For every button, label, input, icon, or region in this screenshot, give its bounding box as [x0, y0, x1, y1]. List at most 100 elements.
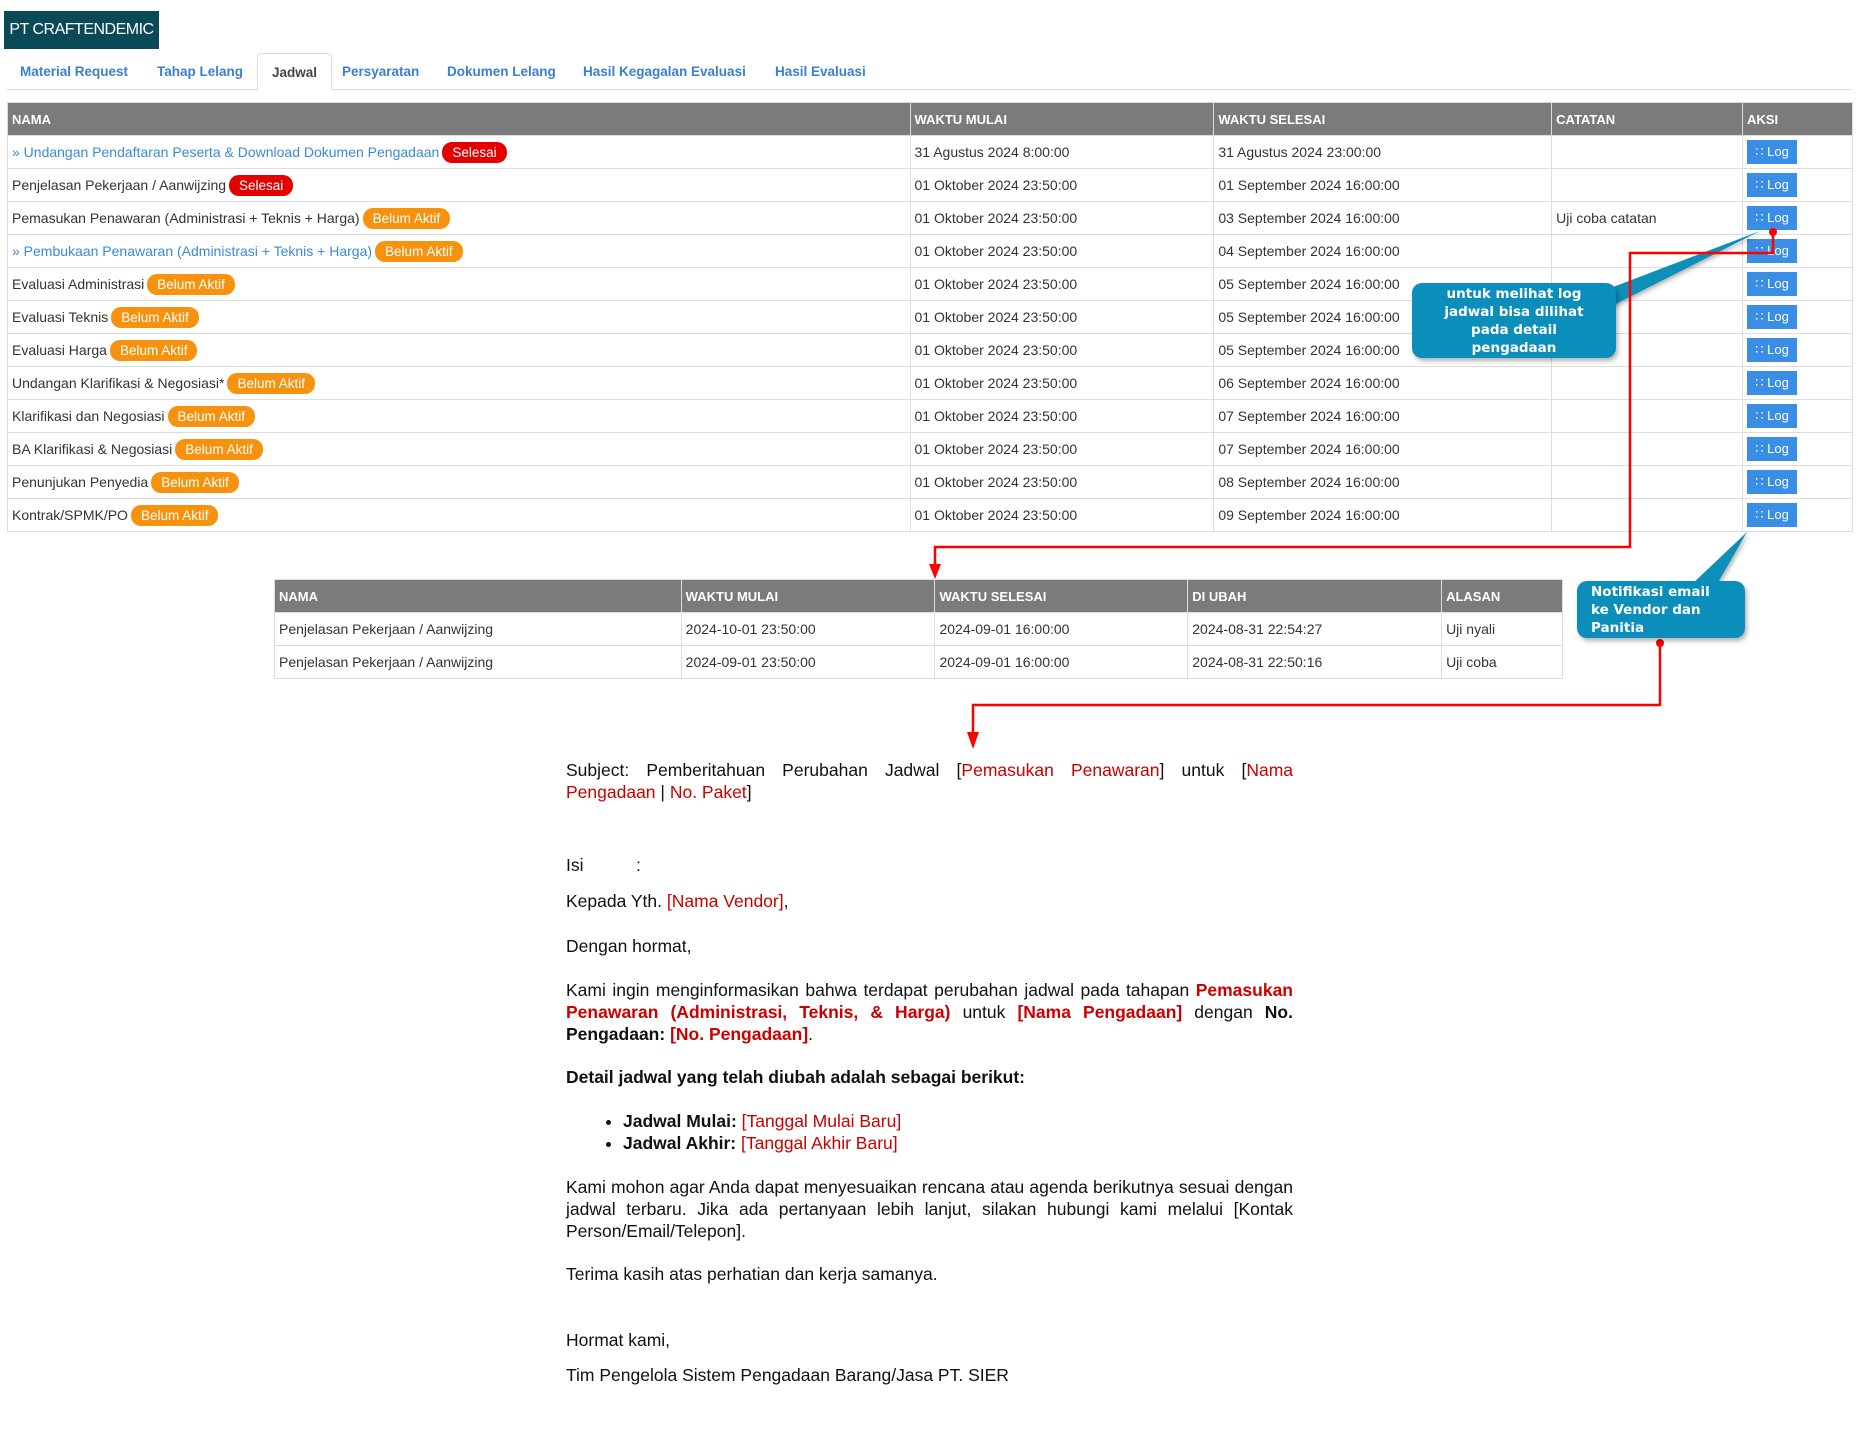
intro-text: untuk [950, 1002, 1018, 1022]
log-di-ubah: 2024-08-31 22:50:16 [1187, 645, 1443, 679]
schedule-row: Klarifikasi dan Negosiasi Belum Aktif 01 O… [7, 399, 1853, 433]
email-intro: Kami ingin menginformasikan bahwa terdap… [566, 979, 1293, 1045]
log-label: Log [1767, 177, 1789, 192]
bullet-label: Jadwal Mulai: [623, 1111, 737, 1131]
start-time: 01 Oktober 2024 23:50:00 [909, 234, 1215, 268]
note [1551, 399, 1744, 433]
tab-material-request[interactable]: Material Request [20, 53, 128, 89]
log-button[interactable]: ∷ Log [1747, 140, 1798, 164]
action-cell: ∷ Log [1742, 135, 1853, 169]
status-badge: Belum Aktif [109, 339, 198, 361]
status-badge: Belum Aktif [167, 405, 256, 427]
log-button[interactable]: ∷ Log [1747, 173, 1798, 197]
end-time: 09 September 2024 16:00:00 [1213, 498, 1553, 532]
log-button[interactable]: ∷ Log [1747, 272, 1798, 296]
log-label: Log [1767, 243, 1789, 258]
log-button[interactable]: ∷ Log [1747, 404, 1798, 428]
note: Uji coba catatan [1551, 201, 1744, 235]
callout-notif-pointer [1690, 532, 1747, 586]
log-waktu-mulai: 2024-09-01 23:50:00 [680, 645, 936, 679]
callout-notif-text: Notifikasi email ke Vendor dan Panitia [1591, 583, 1710, 636]
start-time: 01 Oktober 2024 23:50:00 [909, 498, 1215, 532]
action-cell: ∷ Log [1742, 498, 1853, 532]
stage-name: Pemasukan Penawaran (Administrasi + Tekn… [12, 209, 360, 226]
subject-text: ] untuk [ [1159, 760, 1247, 780]
tab-dokumen-lelang[interactable]: Dokumen Lelang [447, 53, 556, 89]
tab-persyaratan[interactable]: Persyaratan [342, 53, 419, 89]
tab-hasil-kegagalan-evaluasi[interactable]: Hasil Kegagalan Evaluasi [583, 53, 746, 89]
email-subject: Subject: Pemberitahuan Perubahan Jadwal … [566, 759, 1293, 803]
stage-cell: Pemasukan Penawaran (Administrasi + Tekn… [7, 201, 911, 235]
stage-name: Evaluasi Harga [12, 341, 107, 358]
start-time: 01 Oktober 2024 23:50:00 [909, 432, 1215, 466]
email-signature: Tim Pengelola Sistem Pengadaan Barang/Ja… [566, 1365, 1009, 1385]
intro-name: [Nama Pengadaan] [1017, 1002, 1183, 1022]
log-col-waktu-selesai: WAKTU SELESAI [934, 579, 1189, 613]
subject-stage: Pemasukan Penawaran [961, 760, 1160, 780]
log-button[interactable]: ∷ Log [1747, 437, 1798, 461]
start-time: 01 Oktober 2024 23:50:00 [909, 168, 1215, 202]
rss-icon: ∷ [1755, 144, 1768, 159]
log-button[interactable]: ∷ Log [1747, 305, 1798, 329]
start-time: 01 Oktober 2024 23:50:00 [909, 300, 1215, 334]
bullet-value: [Tanggal Akhir Baru] [741, 1133, 898, 1153]
connector-dot [1656, 639, 1664, 647]
bullet-value: [Tanggal Mulai Baru] [741, 1111, 902, 1131]
col-waktu-mulai: WAKTU MULAI [909, 102, 1215, 136]
stage-cell: Penjelasan Pekerjaan / Aanwijzing Selesai [7, 168, 911, 202]
end-time: 31 Agustus 2024 23:00:00 [1213, 135, 1553, 169]
stage-name[interactable]: » Undangan Pendaftaran Peserta & Downloa… [12, 144, 439, 160]
log-label: Log [1767, 474, 1789, 489]
action-cell: ∷ Log [1742, 300, 1853, 334]
tab-tahap-lelang[interactable]: Tahap Lelang [157, 53, 243, 89]
end-time: 07 September 2024 16:00:00 [1213, 399, 1553, 433]
log-button[interactable]: ∷ Log [1747, 239, 1798, 263]
intro-text: dengan [1182, 1002, 1265, 1022]
schedule-row: Penunjukan Penyedia Belum Aktif 01 Oktober… [7, 465, 1853, 499]
callout-log-text: untuk melihat log jadwal bisa dilihat pa… [1444, 285, 1584, 356]
end-time: 07 September 2024 16:00:00 [1213, 432, 1553, 466]
log-waktu-selesai: 2024-09-01 16:00:00 [934, 645, 1189, 679]
log-label: Log [1767, 342, 1789, 357]
log-label: Log [1767, 309, 1789, 324]
start-time: 31 Agustus 2024 8:00:00 [909, 135, 1215, 169]
log-button[interactable]: ∷ Log [1747, 503, 1798, 527]
log-col-waktu-mulai: WAKTU MULAI [680, 579, 936, 613]
stage-cell: Klarifikasi dan Negosiasi Belum Aktif [7, 399, 911, 433]
log-label: Log [1767, 507, 1789, 522]
status-badge: Belum Aktif [111, 306, 199, 328]
stage-name[interactable]: » Pembukaan Penawaran (Administrasi + Te… [12, 243, 372, 259]
action-cell: ∷ Log [1742, 234, 1853, 268]
note [1551, 366, 1744, 400]
col-aksi: AKSI [1742, 102, 1853, 136]
log-label: Log [1767, 408, 1789, 423]
email-detail-heading: Detail jadwal yang telah diubah adalah s… [566, 1067, 1026, 1087]
end-time: 04 September 2024 16:00:00 [1213, 234, 1553, 268]
log-button[interactable]: ∷ Log [1747, 338, 1798, 362]
log-button[interactable]: ∷ Log [1747, 470, 1798, 494]
bullet-label: Jadwal Akhir: [623, 1133, 737, 1153]
action-cell: ∷ Log [1742, 168, 1853, 202]
schedule-row: » Pembukaan Penawaran (Administrasi + Te… [7, 234, 1853, 268]
log-waktu-selesai: 2024-09-01 16:00:00 [934, 612, 1189, 646]
log-label: Log [1767, 441, 1789, 456]
stage-cell: BA Klarifikasi & Negosiasi Belum Aktif [7, 432, 911, 466]
schedule-row: Pemasukan Penawaran (Administrasi + Tekn… [7, 201, 1853, 235]
tab-hasil-evaluasi[interactable]: Hasil Evaluasi [775, 53, 866, 89]
log-button[interactable]: ∷ Log [1747, 206, 1798, 230]
log-row: Penjelasan Pekerjaan / Aanwijzing 2024-0… [274, 645, 1563, 679]
email-bullets: Jadwal Mulai: [Tanggal Mulai Baru] Jadwa… [566, 1110, 1293, 1154]
log-button[interactable]: ∷ Log [1747, 371, 1798, 395]
stage-cell: » Undangan Pendaftaran Peserta & Downloa… [7, 135, 911, 169]
callout-notif-info: Notifikasi email ke Vendor dan Panitia [1577, 581, 1745, 638]
arrow-head [967, 732, 979, 749]
log-row: Penjelasan Pekerjaan / Aanwijzing 2024-1… [274, 612, 1563, 646]
col-catatan: CATATAN [1551, 102, 1744, 136]
subject-paket: No. Paket [669, 782, 747, 802]
subject-text: Subject: Pemberitahuan Perubahan Jadwal … [566, 760, 962, 780]
stage-cell: » Pembukaan Penawaran (Administrasi + Te… [7, 234, 911, 268]
tab-jadwal[interactable]: Jadwal [257, 53, 333, 91]
stage-cell: Penunjukan Penyedia Belum Aktif [7, 465, 911, 499]
intro-text: . [808, 1024, 814, 1044]
col-nama: NAMA [7, 102, 911, 136]
